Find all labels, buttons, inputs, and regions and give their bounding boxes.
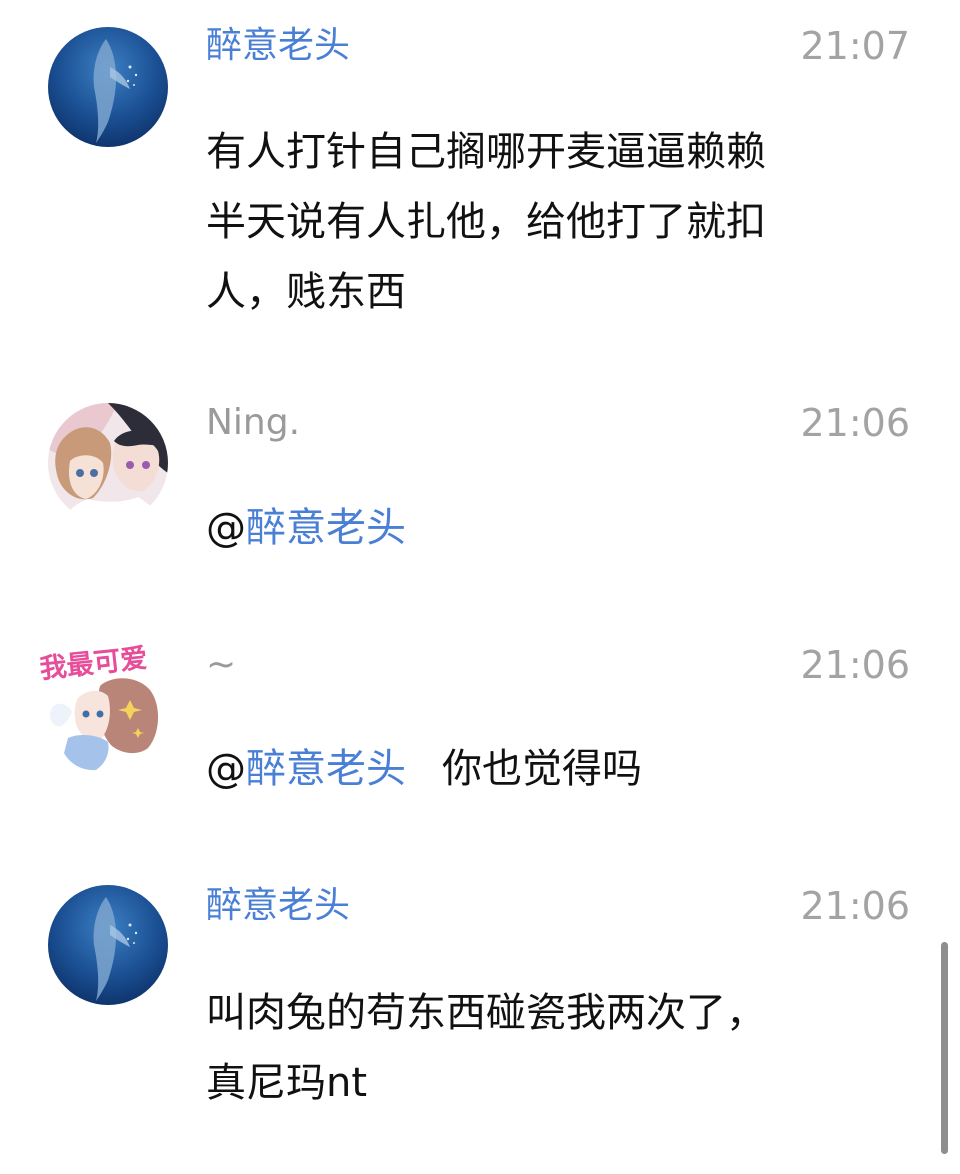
message-content: 你也觉得吗 — [442, 746, 642, 792]
avatar[interactable] — [48, 27, 168, 147]
message-text: 有人打针自己搁哪开麦逼逼赖赖 半天说有人扎他，给他打了就扣 人，贱东西 — [206, 117, 896, 327]
message-line: 叫肉兔的苟东西碰瓷我两次了， — [206, 990, 766, 1036]
sender-name[interactable]: Ning. — [206, 401, 300, 445]
message-time: 21:06 — [800, 401, 910, 445]
scrollbar[interactable] — [941, 942, 948, 1154]
message-text: @醉意老头 你也觉得吗 — [206, 734, 896, 804]
message-line: 半天说有人扎他，给他打了就扣 — [206, 199, 766, 245]
avatar[interactable] — [48, 403, 168, 523]
mention-prefix: @ — [206, 505, 246, 551]
chat-screen: 醉意老头 21:07 有人打针自己搁哪开麦逼逼赖赖 半天说有人扎他，给他打了就扣… — [0, 0, 960, 1174]
avatar[interactable]: 我最可爱 — [38, 638, 168, 773]
cute-girl-avatar-icon: 我最可爱 — [38, 638, 168, 773]
message-time: 21:06 — [800, 643, 910, 687]
message-text: 叫肉兔的苟东西碰瓷我两次了， 真尼玛nt — [206, 978, 896, 1118]
message-line: @醉意老头 你也觉得吗 — [206, 734, 896, 804]
whale-avatar-icon — [48, 885, 168, 1005]
message-line: 真尼玛nt — [206, 1060, 368, 1106]
sender-name[interactable]: 醉意老头 — [206, 884, 350, 928]
message-time: 21:06 — [800, 884, 910, 928]
mention-link[interactable]: 醉意老头 — [246, 505, 406, 551]
mention-link[interactable]: 醉意老头 — [246, 746, 406, 792]
anime-avatar-icon — [48, 403, 168, 523]
message-line: @醉意老头 — [206, 493, 896, 563]
message-line: 有人打针自己搁哪开麦逼逼赖赖 — [206, 129, 766, 175]
message-text: @醉意老头 — [206, 493, 896, 563]
avatar[interactable] — [48, 885, 168, 1005]
message-line: 人，贱东西 — [206, 269, 406, 315]
whale-avatar-icon — [48, 27, 168, 147]
sender-name[interactable]: 醉意老头 — [206, 24, 350, 68]
mention-prefix: @ — [206, 746, 246, 792]
message-time: 21:07 — [800, 24, 910, 68]
sender-name[interactable]: ~ — [206, 643, 236, 687]
